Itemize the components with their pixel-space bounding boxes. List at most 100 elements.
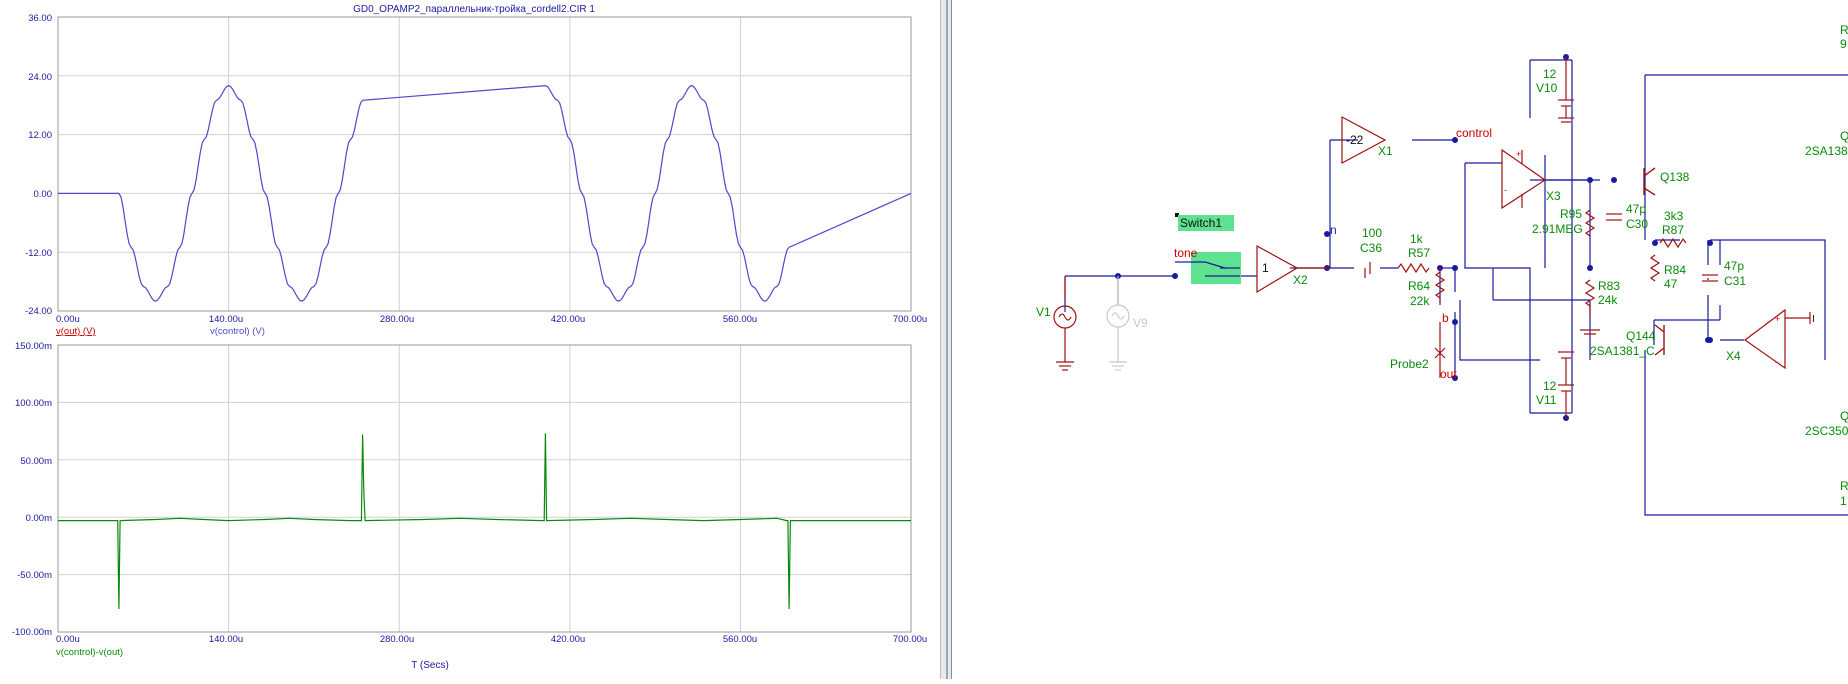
schematic-canvas[interactable]: Switch1 tone V1 V9 1 X2 -22 X1 control n… bbox=[952, 0, 1848, 679]
v9-source[interactable] bbox=[1106, 276, 1130, 371]
plot-window[interactable]: GD0_OPAMP2_параллельник-тройка_cordell2.… bbox=[0, 0, 940, 679]
splitter-edge bbox=[946, 0, 948, 679]
bottom-x-tick-labels: 0.00u 140.00u 280.00u 420.00u 560.00u 70… bbox=[56, 634, 927, 645]
c31-value: 47p bbox=[1724, 259, 1744, 273]
q144-label: Q144 bbox=[1626, 329, 1656, 343]
top-x-tick: 0.00u bbox=[56, 314, 80, 325]
c30-capacitor[interactable] bbox=[1606, 213, 1622, 221]
part-2sa138: 2SA138 bbox=[1805, 144, 1848, 158]
r57-resistor[interactable] bbox=[1397, 262, 1430, 274]
top-y-tick-labels: 36.00 24.00 12.00 0.00 -12.00 -24.00 bbox=[25, 13, 52, 317]
top-x-tick-labels: 0.00u 140.00u 280.00u 420.00u 560.00u 70… bbox=[56, 314, 927, 325]
r-clip-bottom: R bbox=[1840, 479, 1848, 493]
bottom-y-tick: 150.00m bbox=[15, 341, 52, 352]
tone-label: tone bbox=[1174, 246, 1198, 260]
r-clip-bottom-value: 1 bbox=[1840, 494, 1847, 508]
bottom-y-tick: -50.00m bbox=[17, 570, 52, 581]
q-clip-top: Q bbox=[1840, 129, 1848, 143]
r-clip-top-value: 9 bbox=[1840, 37, 1847, 51]
top-y-tick: -24.00 bbox=[25, 306, 52, 317]
v1-label: V1 bbox=[1036, 305, 1051, 319]
waveform-plot[interactable]: GD0_OPAMP2_параллельник-тройка_cordell2.… bbox=[0, 0, 940, 679]
x2-label: X2 bbox=[1293, 273, 1308, 287]
bottom-x-tick: 0.00u bbox=[56, 634, 80, 645]
plot-title: GD0_OPAMP2_параллельник-тройка_cordell2.… bbox=[353, 4, 595, 15]
x3-plus-pin: + bbox=[1516, 149, 1521, 159]
x3-label: X3 bbox=[1546, 189, 1561, 203]
r83-value: 24k bbox=[1598, 293, 1618, 307]
bottom-x-tick: 560.00u bbox=[723, 634, 757, 645]
bottom-x-tick: 140.00u bbox=[209, 634, 243, 645]
part-2sc350: 2SC350 bbox=[1805, 424, 1848, 438]
v9-label: V9 bbox=[1133, 316, 1148, 330]
top-x-tick: 560.00u bbox=[723, 314, 757, 325]
r87-label: R87 bbox=[1662, 223, 1684, 237]
c36-label: C36 bbox=[1360, 241, 1382, 255]
top-x-tick: 700.00u bbox=[893, 314, 927, 325]
r57-label: R57 bbox=[1408, 246, 1430, 260]
r84-label: R84 bbox=[1664, 263, 1686, 277]
q144-transistor[interactable] bbox=[1654, 324, 1665, 356]
x3-opamp[interactable] bbox=[1501, 148, 1547, 210]
bottom-plot-grid bbox=[58, 345, 911, 632]
r95-value: 2.91MEG bbox=[1532, 222, 1583, 236]
bottom-y-tick: -100.00m bbox=[12, 627, 52, 638]
bottom-y-tick-labels: 150.00m 100.00m 50.00m 0.00m -50.00m -10… bbox=[12, 341, 52, 638]
x3-minus-pin: - bbox=[1504, 185, 1507, 195]
r64-value: 22k bbox=[1410, 294, 1430, 308]
r84-resistor[interactable] bbox=[1649, 254, 1661, 282]
x2-gain: 1 bbox=[1262, 261, 1269, 275]
probe2-label: Probe2 bbox=[1390, 357, 1429, 371]
c36-capacitor[interactable] bbox=[1364, 262, 1371, 278]
r83-label: R83 bbox=[1598, 279, 1620, 293]
control-label: control bbox=[1456, 126, 1492, 140]
legend-vdiff[interactable]: v(control)-v(out) bbox=[56, 647, 123, 658]
c36-value: 100 bbox=[1362, 226, 1382, 240]
r95-label: R95 bbox=[1560, 207, 1582, 221]
bottom-x-tick: 700.00u bbox=[893, 634, 927, 645]
top-y-tick: 36.00 bbox=[28, 13, 52, 24]
n-node-label: n bbox=[1330, 223, 1337, 237]
top-y-tick: 24.00 bbox=[28, 72, 52, 83]
r57-value: 1k bbox=[1410, 232, 1424, 246]
v10-label: V10 bbox=[1536, 81, 1558, 95]
c30-value: 47p bbox=[1626, 202, 1646, 216]
schematic-editor[interactable]: Switch1 tone V1 V9 1 X2 -22 X1 control n… bbox=[952, 0, 1848, 679]
q138-transistor[interactable] bbox=[1643, 167, 1656, 196]
c31-label: C31 bbox=[1724, 274, 1746, 288]
r87-value: 3k3 bbox=[1664, 209, 1684, 223]
q-clip-bottom: Q bbox=[1840, 409, 1848, 423]
switch-label[interactable]: Switch1 bbox=[1180, 216, 1222, 230]
legend-vcontrol[interactable]: v(control) (V) bbox=[210, 326, 265, 337]
x4-label: X4 bbox=[1726, 349, 1741, 363]
top-x-tick: 280.00u bbox=[380, 314, 414, 325]
top-y-tick: 0.00 bbox=[34, 189, 53, 200]
r84-value: 47 bbox=[1664, 277, 1678, 291]
pane-splitter[interactable] bbox=[940, 0, 952, 679]
v11-label: V11 bbox=[1536, 393, 1557, 407]
v1-source[interactable] bbox=[1053, 276, 1077, 371]
bottom-y-tick: 50.00m bbox=[20, 456, 52, 467]
x-axis-label: T (Secs) bbox=[411, 660, 449, 671]
r64-label: R64 bbox=[1408, 279, 1430, 293]
x4-minus-pin: - bbox=[1775, 357, 1778, 367]
c30-label: C30 bbox=[1626, 217, 1648, 231]
top-y-tick: -12.00 bbox=[25, 248, 52, 259]
bottom-y-tick: 0.00m bbox=[26, 513, 52, 524]
q144-part: 2SA1381_C bbox=[1590, 344, 1655, 358]
bottom-x-tick: 280.00u bbox=[380, 634, 414, 645]
r-clip-top: R bbox=[1840, 23, 1848, 37]
v11-value: 12 bbox=[1543, 379, 1557, 393]
bottom-x-tick: 420.00u bbox=[551, 634, 585, 645]
legend-vout[interactable]: v(out) (V) bbox=[56, 326, 96, 337]
bottom-y-tick: 100.00m bbox=[15, 398, 52, 409]
b-node-label: b bbox=[1442, 311, 1449, 325]
x1-label: X1 bbox=[1378, 144, 1393, 158]
bottom-plot-frame bbox=[57, 344, 912, 633]
top-x-tick: 420.00u bbox=[551, 314, 585, 325]
x4-plus-pin: + bbox=[1775, 314, 1780, 324]
x1-gain: -22 bbox=[1346, 133, 1364, 147]
q138-label: Q138 bbox=[1660, 170, 1690, 184]
c31-capacitor[interactable] bbox=[1702, 274, 1718, 282]
x4-pin-label: I bbox=[1812, 314, 1815, 325]
